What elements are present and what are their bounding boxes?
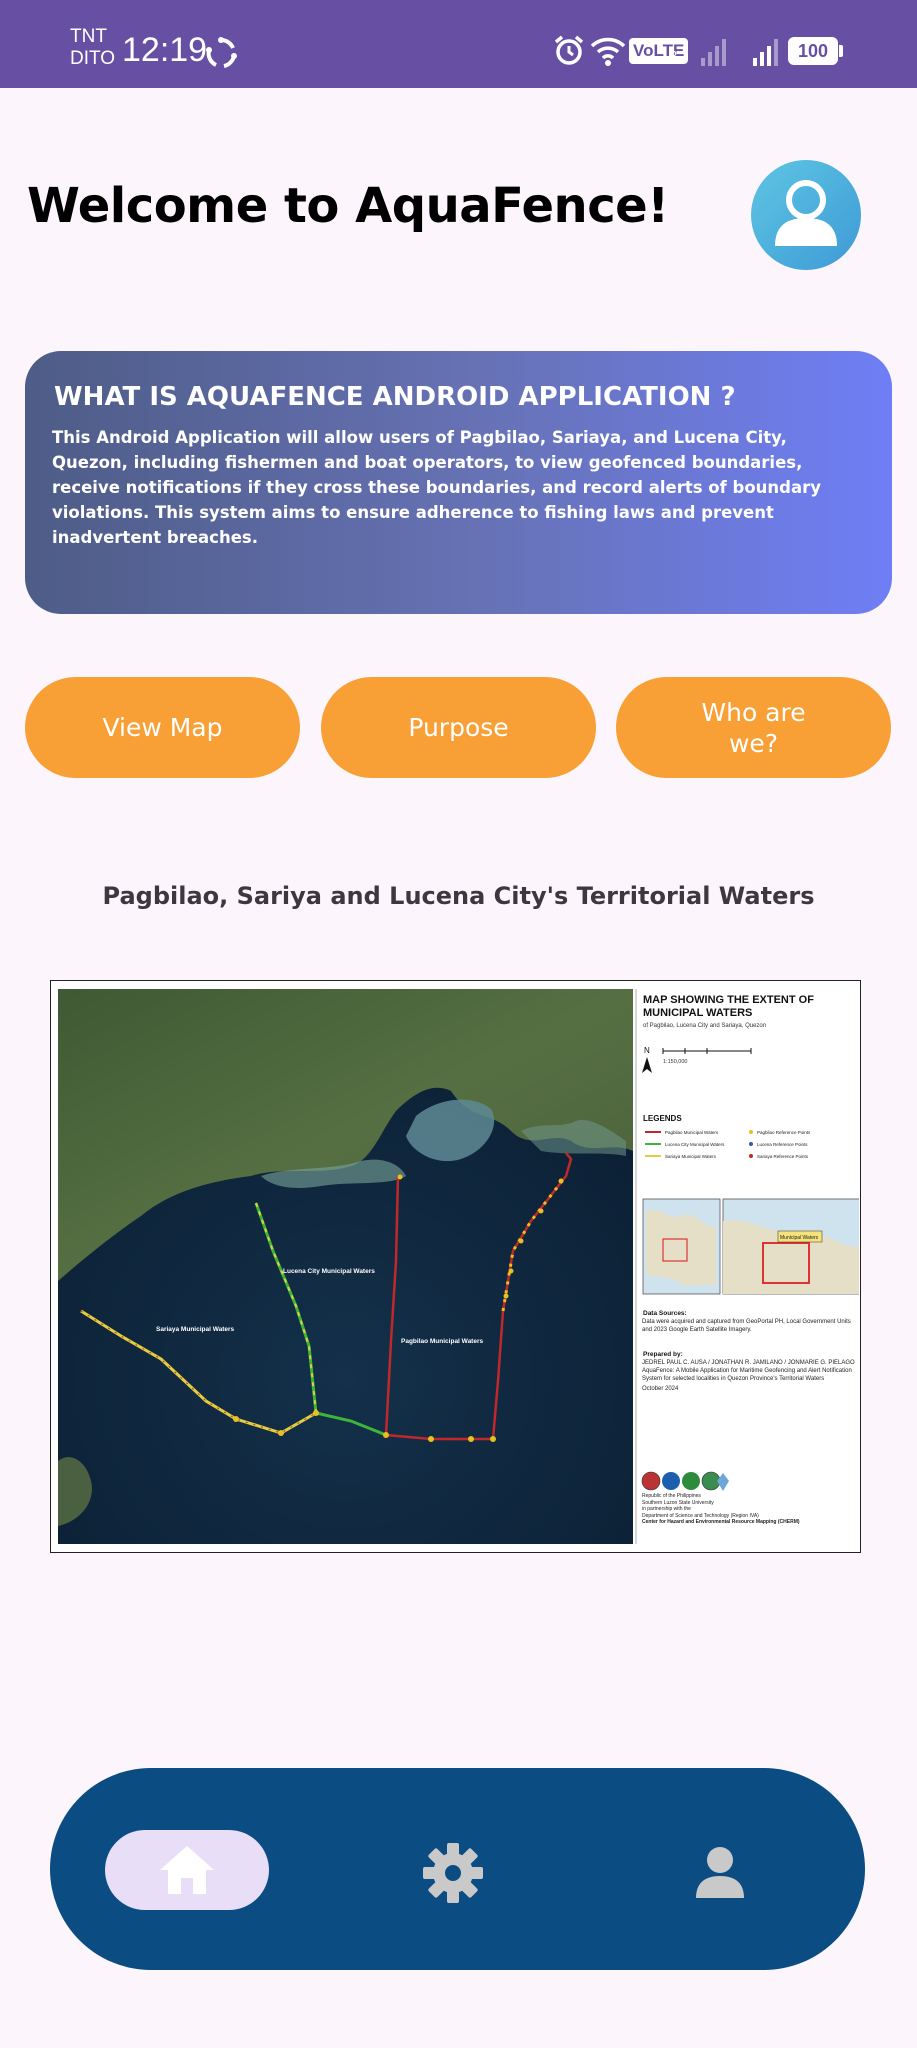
map-figure-subtitle: of Pagbilao, Lucena City and Sariaya, Qu… bbox=[643, 1023, 766, 1029]
footer-center: Center for Hazard and Environmental Reso… bbox=[642, 1519, 800, 1525]
institution-logos bbox=[641, 1471, 729, 1491]
nav-settings[interactable] bbox=[420, 1840, 486, 1906]
nav-home[interactable] bbox=[105, 1830, 269, 1910]
map-figure-title-line1: MAP SHOWING THE EXTENT OF bbox=[643, 994, 814, 1006]
battery-tip bbox=[839, 45, 843, 57]
sariaya-label: Sariaya Municipal Waters bbox=[156, 1326, 235, 1333]
svg-text:Lucena Reference Points: Lucena Reference Points bbox=[757, 1142, 808, 1147]
wifi-icon bbox=[590, 37, 626, 66]
user-icon bbox=[775, 180, 837, 246]
gear-icon bbox=[423, 1843, 483, 1903]
who-are-we-label: Who are we? bbox=[701, 697, 806, 758]
data-sources-title: Data Sources: bbox=[643, 1310, 687, 1317]
scale-label: 1:150,000 bbox=[663, 1059, 687, 1065]
territorial-waters-map[interactable]: Lucena City Municipal Waters Sariaya Mun… bbox=[50, 980, 861, 1553]
carrier-label: TNT DITO bbox=[70, 26, 115, 70]
view-map-button[interactable]: View Map bbox=[25, 677, 300, 778]
clock: 12:19 bbox=[122, 31, 208, 69]
svg-text:Lucena City Municipal Waters: Lucena City Municipal Waters bbox=[665, 1142, 725, 1147]
pagbilao-label: Pagbilao Municipal Waters bbox=[401, 1338, 483, 1345]
person-icon bbox=[696, 1847, 744, 1898]
map-section-heading: Pagbilao, Sariya and Lucena City's Terri… bbox=[102, 882, 815, 910]
info-card-body: This Android Application will allow user… bbox=[52, 428, 822, 547]
sync-icon bbox=[206, 37, 237, 68]
svg-text:Pagbilao Reference Points: Pagbilao Reference Points bbox=[757, 1130, 811, 1135]
data-sources-text: Data were acquired and captured from Geo… bbox=[642, 1319, 851, 1333]
project-text: AquaFence: A Mobile Application for Mari… bbox=[642, 1368, 852, 1382]
info-card: WHAT IS AQUAFENCE ANDROID APPLICATION ? … bbox=[25, 351, 892, 614]
svg-text:Sariaya Reference Points: Sariaya Reference Points bbox=[757, 1154, 809, 1159]
prepared-by-text: JEDREL PAUL C. AUSA / JONATHAN R. JAMILA… bbox=[642, 1360, 855, 1366]
view-map-label: View Map bbox=[102, 713, 223, 742]
avatar[interactable] bbox=[751, 160, 861, 270]
carrier-line-1: TNT bbox=[70, 26, 107, 47]
volte-badge: VoLTE bbox=[629, 38, 689, 64]
lucena-label: Lucena City Municipal Waters bbox=[283, 1268, 375, 1275]
prepared-by-title: Prepared by: bbox=[643, 1351, 683, 1358]
battery-icon: 100 bbox=[788, 37, 838, 65]
date-text: October 2024 bbox=[642, 1386, 679, 1392]
page-title: Welcome to AquaFence! bbox=[27, 178, 669, 234]
map-figure-title-line2: MUNICIPAL WATERS bbox=[643, 1007, 752, 1019]
legend: Pagbilao Municipal Waters Pagbilao Refer… bbox=[645, 1130, 811, 1159]
signal-icon bbox=[753, 39, 778, 66]
bottom-navigation bbox=[50, 1768, 865, 1970]
sim-slot-label: 2 bbox=[670, 48, 678, 63]
north-label: N bbox=[644, 1046, 650, 1055]
north-arrow-icon bbox=[642, 1057, 652, 1073]
status-bar: TNT DITO 12:19 VoLTE 2 100 bbox=[0, 0, 917, 88]
alarm-icon bbox=[554, 35, 584, 65]
nav-profile[interactable] bbox=[688, 1840, 752, 1904]
signal-icon bbox=[701, 39, 726, 66]
purpose-button[interactable]: Purpose bbox=[321, 677, 596, 778]
home-icon bbox=[160, 1846, 214, 1894]
svg-text:Pagbilao Municipal Waters: Pagbilao Municipal Waters bbox=[665, 1130, 719, 1135]
inset-label: Municipal Waters bbox=[780, 1235, 819, 1241]
svg-text:Sariaya Municipal Waters: Sariaya Municipal Waters bbox=[665, 1154, 717, 1159]
purpose-label: Purpose bbox=[408, 713, 509, 742]
who-are-we-button[interactable]: Who are we? bbox=[616, 677, 891, 778]
legend-title: LEGENDS bbox=[643, 1114, 682, 1123]
carrier-line-2: DITO bbox=[70, 48, 116, 69]
info-card-title: WHAT IS AQUAFENCE ANDROID APPLICATION ? bbox=[54, 382, 736, 412]
